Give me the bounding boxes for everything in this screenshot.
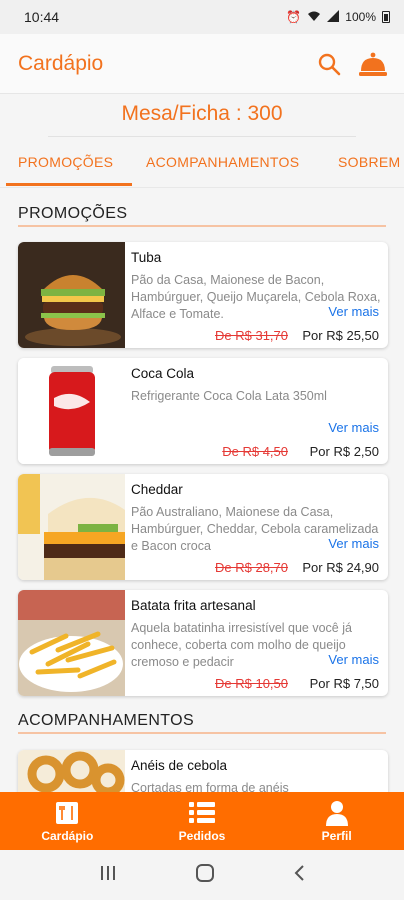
service-bell-icon[interactable] — [358, 49, 388, 79]
ver-mais-link[interactable]: Ver mais — [324, 652, 379, 667]
nav-label: Perfil — [321, 829, 352, 843]
table-number: Mesa/Ficha : 300 — [121, 102, 283, 125]
category-tabs: PROMOÇÕES ACOMPANHAMENTOS SOBREM — [0, 138, 404, 188]
section-title-acompanhamentos: ACOMPANHAMENTOS — [18, 712, 195, 729]
search-icon[interactable] — [314, 49, 344, 79]
item-name: Tuba — [131, 250, 162, 265]
user-icon — [325, 799, 349, 827]
promo-price: Por R$ 25,50 — [302, 328, 379, 343]
menu-item-card[interactable]: Batata frita artesanal Aquela batatinha … — [18, 590, 388, 696]
coca-cola-can-image — [18, 358, 125, 464]
old-price: De R$ 31,70 — [215, 328, 288, 343]
ver-mais-link[interactable]: Ver mais — [324, 304, 379, 319]
onion-rings-image — [18, 750, 125, 792]
divider — [48, 136, 356, 137]
item-description: Cortadas em forma de anéis — [131, 781, 289, 792]
home-icon[interactable] — [195, 863, 215, 888]
bottom-navigation: Cardápio Pedidos Perfil — [0, 792, 404, 850]
recent-apps-icon[interactable] — [99, 865, 117, 886]
menu-list[interactable]: PROMOÇÕES Tuba Pão da Casa, Maionese de … — [0, 188, 404, 792]
menu-item-card[interactable]: Anéis de cebola Cortadas em forma de ané… — [18, 750, 388, 792]
nav-label: Cardápio — [41, 829, 94, 843]
nav-perfil[interactable]: Perfil — [269, 792, 404, 850]
status-bar: 10:44 ⏰ 100% — [0, 0, 404, 34]
status-time: 10:44 — [24, 9, 60, 25]
battery-icon — [382, 11, 390, 23]
burger-image — [18, 242, 125, 348]
old-price: De R$ 4,50 — [222, 444, 288, 459]
french-fries-image — [18, 590, 125, 696]
app-bar: Cardápio — [0, 34, 404, 94]
battery-level: 100% — [345, 10, 376, 24]
menu-book-icon — [54, 799, 80, 827]
promo-price: Por R$ 2,50 — [309, 444, 379, 459]
tab-acompanhamentos[interactable]: ACOMPANHAMENTOS — [146, 138, 299, 186]
ver-mais-link[interactable]: Ver mais — [324, 420, 379, 435]
back-icon[interactable] — [293, 864, 305, 887]
section-title-promocoes: PROMOÇÕES — [18, 205, 128, 222]
alarm-icon: ⏰ — [286, 10, 302, 24]
ver-mais-link[interactable]: Ver mais — [324, 536, 379, 551]
item-description: Refrigerante Coca Cola Lata 350ml — [131, 389, 327, 403]
menu-item-card[interactable]: Tuba Pão da Casa, Maionese de Bacon, Ham… — [18, 242, 388, 348]
item-name: Coca Cola — [131, 366, 195, 381]
tab-promocoes[interactable]: PROMOÇÕES — [18, 138, 113, 186]
menu-item-card[interactable]: Coca Cola Refrigerante Coca Cola Lata 35… — [18, 358, 388, 464]
section-divider — [18, 225, 386, 227]
nav-pedidos[interactable]: Pedidos — [135, 792, 270, 850]
app-screen: 10:44 ⏰ 100% Cardápio Mesa/Ficha : 300 P… — [0, 0, 404, 900]
list-icon — [189, 799, 215, 827]
signal-icon — [327, 9, 340, 25]
menu-item-card[interactable]: Cheddar Pão Australiano, Maionese da Cas… — [18, 474, 388, 580]
old-price: De R$ 28,70 — [215, 560, 288, 575]
item-name: Anéis de cebola — [131, 758, 228, 773]
item-name: Batata frita artesanal — [131, 598, 256, 613]
item-name: Cheddar — [131, 482, 183, 497]
wifi-icon — [307, 10, 321, 25]
old-price: De R$ 10,50 — [215, 676, 288, 691]
system-navigation-bar — [0, 850, 404, 900]
section-divider — [18, 732, 386, 734]
tab-sobremesas[interactable]: SOBREM — [338, 138, 400, 186]
cheddar-burger-image — [18, 474, 125, 580]
nav-label: Pedidos — [178, 829, 226, 843]
promo-price: Por R$ 7,50 — [309, 676, 379, 691]
promo-price: Por R$ 24,90 — [302, 560, 379, 575]
active-tab-indicator — [6, 183, 132, 186]
page-title: Cardápio — [18, 51, 104, 75]
nav-cardapio[interactable]: Cardápio — [0, 792, 135, 850]
